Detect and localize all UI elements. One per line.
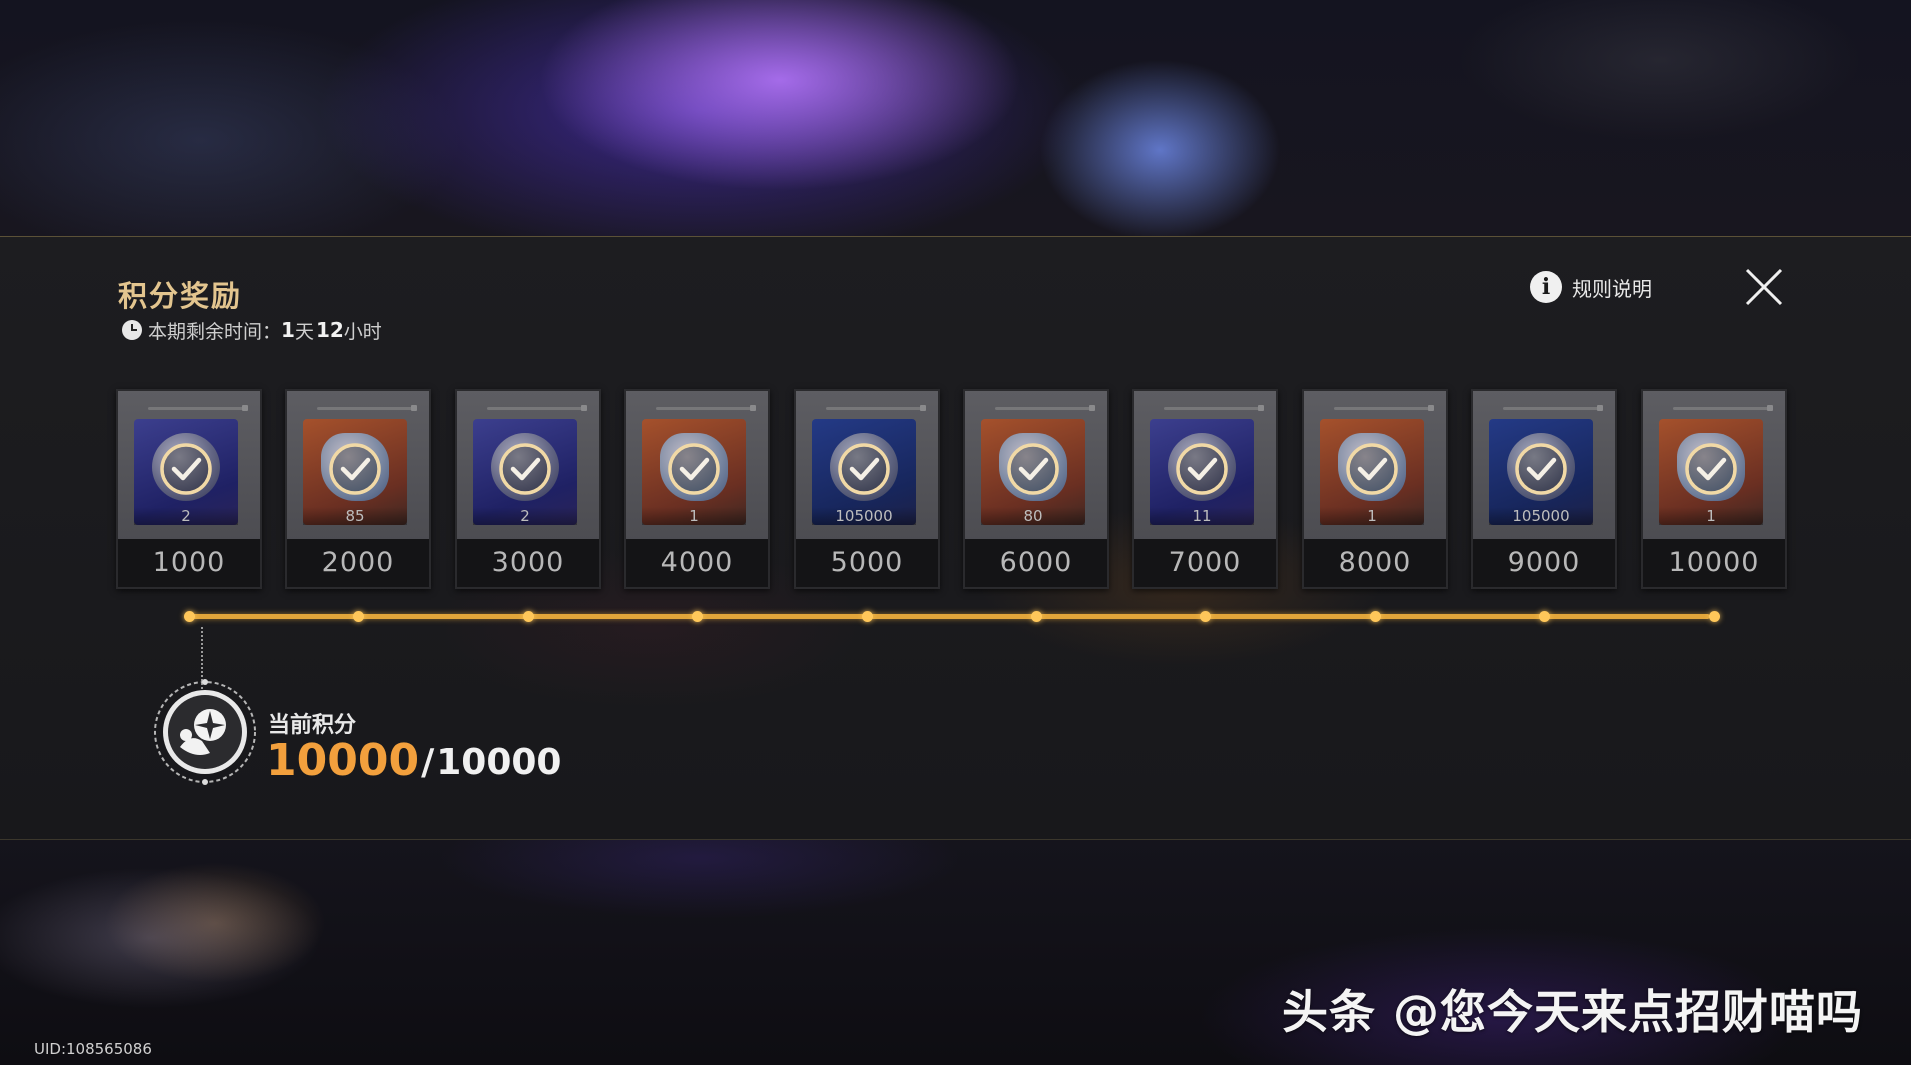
reward-quantity: 1 (1320, 507, 1424, 525)
reward-score-threshold: 10000 (1643, 539, 1785, 587)
reward-card[interactable]: 1 8000 (1302, 389, 1448, 589)
progress-node (353, 611, 364, 622)
reward-card[interactable]: 11 7000 (1132, 389, 1278, 589)
card-decor-dot (1258, 405, 1264, 411)
reward-card[interactable]: 2 3000 (455, 389, 601, 589)
reward-score-threshold: 2000 (287, 539, 429, 587)
card-decor-dot (242, 405, 248, 411)
card-decor-line (1164, 407, 1264, 410)
check-circle-icon (1346, 443, 1398, 495)
check-circle-icon (1176, 443, 1228, 495)
reward-card[interactable]: 1 4000 (624, 389, 770, 589)
reward-row: 2 1000 85 2000 2 3000 1 4000 105000 5000 80 6000 11 7… (116, 389, 1787, 589)
score-separator: / (421, 742, 435, 783)
timer-days-unit: 天 (294, 320, 314, 343)
card-decor-line (148, 407, 248, 410)
card-decor-dot (1428, 405, 1434, 411)
card-decor-line (995, 407, 1095, 410)
reward-quantity: 1 (642, 507, 746, 525)
check-circle-icon (499, 443, 551, 495)
check-circle-icon (838, 443, 890, 495)
panel-title: 积分奖励 (118, 279, 243, 313)
reward-score-threshold: 1000 (118, 539, 260, 587)
reward-quantity: 80 (981, 507, 1085, 525)
card-decor-line (1673, 407, 1773, 410)
timer-hours-unit: 小时 (343, 320, 382, 343)
reward-quantity: 1 (1659, 507, 1763, 525)
uid-label: UID:108565086 (34, 1040, 152, 1058)
card-decor-dot (1597, 405, 1603, 411)
progress-node (1031, 611, 1042, 622)
reward-score-threshold: 4000 (626, 539, 768, 587)
close-icon (1745, 268, 1783, 306)
check-circle-icon (1007, 443, 1059, 495)
clock-icon (122, 320, 142, 340)
reward-score-threshold: 3000 (457, 539, 599, 587)
rules-label: 规则说明 (1572, 276, 1652, 301)
check-circle-icon (329, 443, 381, 495)
current-score: 10000 / 10000 (266, 737, 561, 785)
card-decor-line (1503, 407, 1603, 410)
progress-node (692, 611, 703, 622)
card-decor-dot (581, 405, 587, 411)
progress-node (862, 611, 873, 622)
card-decor-line (656, 407, 756, 410)
card-decor-line (317, 407, 417, 410)
max-score-value: 10000 (436, 742, 562, 783)
progress-node (1200, 611, 1211, 622)
card-decor-dot (920, 405, 926, 411)
reward-card[interactable]: 105000 9000 (1471, 389, 1617, 589)
card-decor-line (1334, 407, 1434, 410)
reward-card[interactable]: 105000 5000 (794, 389, 940, 589)
progress-node (184, 611, 195, 622)
reward-card[interactable]: 2 1000 (116, 389, 262, 589)
rules-button[interactable]: i 规则说明 (1530, 269, 1652, 305)
reward-score-threshold: 7000 (1134, 539, 1276, 587)
timer-prefix: 本期剩余时间： (148, 320, 282, 343)
reward-quantity: 85 (303, 507, 407, 525)
progress-node (1370, 611, 1381, 622)
reward-quantity: 2 (134, 507, 238, 525)
card-decor-dot (1767, 405, 1773, 411)
timer-hours: 12 (315, 318, 344, 342)
background-top (0, 0, 1911, 236)
period-timer: 本期剩余时间： 1 天 12 小时 (122, 317, 384, 343)
reward-quantity: 2 (473, 507, 577, 525)
card-decor-dot (411, 405, 417, 411)
check-circle-icon (1515, 443, 1567, 495)
score-badge-icon (150, 677, 260, 787)
reward-quantity: 105000 (812, 507, 916, 525)
timer-days: 1 (281, 318, 295, 342)
card-decor-dot (750, 405, 756, 411)
reward-quantity: 105000 (1489, 507, 1593, 525)
reward-score-threshold: 5000 (796, 539, 938, 587)
reward-card[interactable]: 80 6000 (963, 389, 1109, 589)
check-circle-icon (668, 443, 720, 495)
info-icon: i (1530, 271, 1562, 303)
progress-node (1539, 611, 1550, 622)
card-decor-dot (1089, 405, 1095, 411)
watermark: 头条 @您今天来点招财喵吗 (1282, 985, 1864, 1039)
progress-node (523, 611, 534, 622)
reward-quantity: 11 (1150, 507, 1254, 525)
points-reward-panel: 积分奖励 本期剩余时间： 1 天 12 小时 i 规则说明 2 1000 85 200… (0, 236, 1911, 840)
reward-card[interactable]: 85 2000 (285, 389, 431, 589)
reward-score-threshold: 9000 (1473, 539, 1615, 587)
reward-score-threshold: 6000 (965, 539, 1107, 587)
progress-node (1709, 611, 1720, 622)
current-score-value: 10000 (266, 735, 420, 786)
card-decor-line (826, 407, 926, 410)
reward-score-threshold: 8000 (1304, 539, 1446, 587)
check-circle-icon (1685, 443, 1737, 495)
reward-card[interactable]: 1 10000 (1641, 389, 1787, 589)
close-button[interactable] (1744, 267, 1784, 307)
progress-line (186, 614, 1710, 619)
check-circle-icon (160, 443, 212, 495)
card-decor-line (487, 407, 587, 410)
